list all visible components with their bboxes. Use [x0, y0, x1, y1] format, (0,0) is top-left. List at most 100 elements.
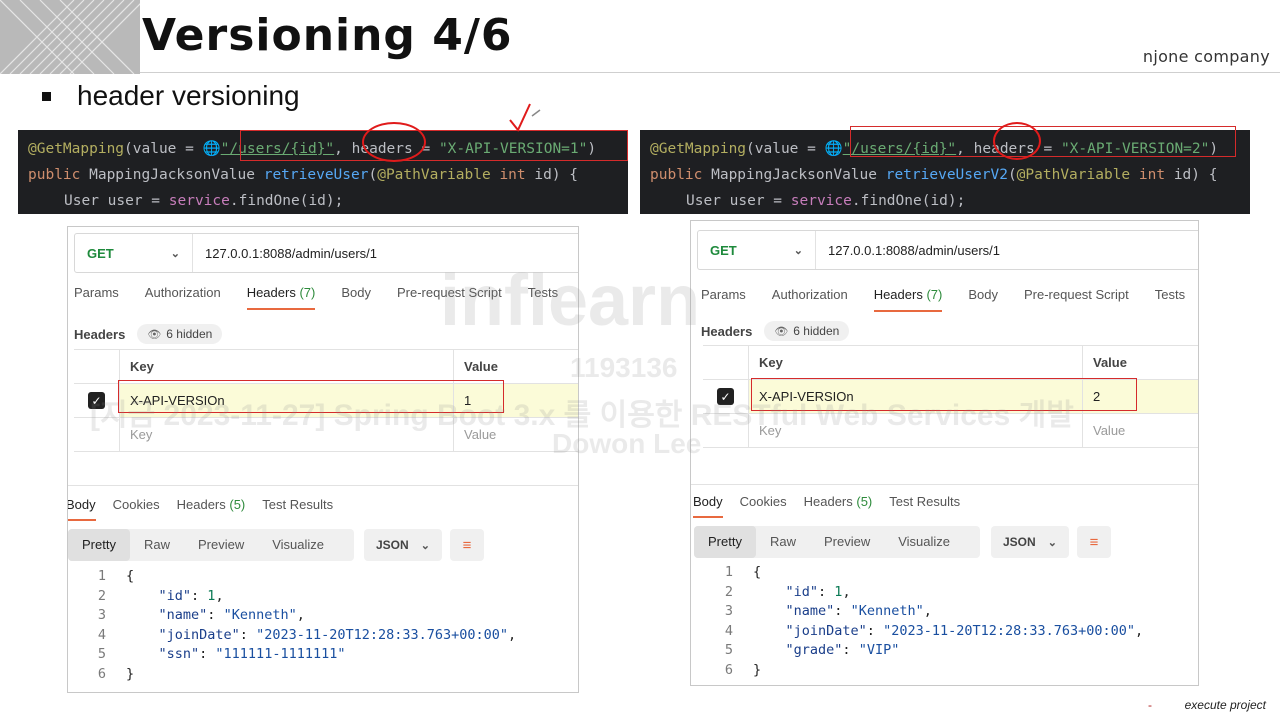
tab-headers-count: (7) — [926, 287, 943, 302]
hidden-headers-toggle[interactable]: 👁 6 hidden — [137, 324, 223, 344]
row-checkbox[interactable]: ✓ — [88, 392, 105, 409]
resp-tab-cookies[interactable]: Cookies — [740, 494, 787, 518]
title-divider — [140, 72, 1280, 73]
new-key-input[interactable]: Key — [120, 418, 454, 451]
tab-headers[interactable]: Headers (7) — [246, 285, 316, 310]
json-value: "2023-11-20T12:28:33.763+00:00" — [256, 626, 509, 643]
format-label: JSON — [376, 538, 409, 552]
brand-logo: njone company — [1142, 47, 1270, 66]
code-method-name: retrieveUser — [263, 167, 369, 183]
url-input[interactable]: 127.0.0.1:8088/admin/users/1 — [193, 246, 377, 261]
resp-tab-headers-label: Headers — [176, 497, 226, 512]
slide-title: Versioning 4/6 — [142, 10, 513, 61]
code-text: User user = — [64, 193, 169, 209]
tab-body[interactable]: Body — [968, 287, 998, 312]
view-raw[interactable]: Raw — [756, 526, 810, 558]
url-input[interactable]: 127.0.0.1:8088/admin/users/1 — [816, 243, 1000, 258]
view-mode-bar: Pretty Raw Preview Visualize — [68, 529, 354, 561]
view-pretty[interactable]: Pretty — [694, 526, 756, 558]
resp-tab-tests[interactable]: Test Results — [889, 494, 960, 518]
response-tabs: Body Cookies Headers (5) Test Results — [693, 494, 977, 518]
new-key-input[interactable]: Key — [749, 414, 1083, 447]
postman-panel-right: GET ⌄ 127.0.0.1:8088/admin/users/1 Params… — [690, 220, 1199, 686]
resp-tab-headers[interactable]: Headers (5) — [177, 497, 246, 521]
highlight-box-header-left — [118, 380, 504, 413]
tab-params[interactable]: Params — [74, 285, 119, 310]
tab-body[interactable]: Body — [341, 285, 371, 310]
resp-tab-body[interactable]: Body — [693, 494, 723, 518]
table-cell — [703, 414, 749, 447]
resp-tab-body[interactable]: Body — [68, 497, 96, 521]
json-line: 1{ — [68, 567, 516, 587]
json-key: "name" — [785, 603, 835, 620]
wrap-lines-icon[interactable]: ≡ — [1077, 526, 1111, 558]
view-visualize[interactable]: Visualize — [884, 526, 964, 558]
tab-headers[interactable]: Headers (7) — [873, 287, 943, 312]
new-value-input[interactable]: Value — [1083, 414, 1198, 447]
tab-prerequest[interactable]: Pre-request Script — [397, 285, 502, 310]
json-line: 2 "id": 1, — [68, 587, 516, 607]
json-value: "Kenneth" — [850, 603, 924, 620]
code-line-3: User user = service.findOne(id); — [28, 188, 628, 214]
watermark-id: 1193136 — [570, 352, 678, 383]
resp-tab-tests[interactable]: Test Results — [262, 497, 333, 521]
code-keyword: public — [28, 167, 81, 183]
table-row: Key Value — [703, 414, 1198, 448]
json-brace: } — [753, 661, 762, 678]
json-value: "VIP" — [858, 642, 900, 659]
postman-panel-left: GET ⌄ 127.0.0.1:8088/admin/users/1 Params… — [67, 226, 579, 693]
tab-authorization[interactable]: Authorization — [145, 285, 221, 310]
code-text: .findOne(id); — [851, 193, 966, 209]
code-text: User user = — [686, 193, 791, 209]
tab-params[interactable]: Params — [701, 287, 746, 312]
highlight-box-header-right — [751, 378, 1137, 411]
json-key: "ssn" — [158, 646, 200, 663]
json-line: 6} — [68, 665, 516, 685]
request-url-bar: GET ⌄ 127.0.0.1:8088/admin/users/1 — [697, 230, 1198, 270]
view-preview[interactable]: Preview — [810, 526, 884, 558]
headers-section: Headers 👁 6 hidden — [701, 321, 850, 341]
code-keyword: public — [650, 167, 703, 183]
view-preview[interactable]: Preview — [184, 529, 258, 561]
code-method-name: retrieveUserV2 — [885, 167, 1008, 183]
method-label: GET — [87, 245, 114, 261]
format-select[interactable]: JSON ⌄ — [364, 529, 442, 561]
headers-section: Headers 👁 6 hidden — [74, 324, 223, 344]
view-pretty[interactable]: Pretty — [68, 529, 130, 561]
tab-authorization[interactable]: Authorization — [772, 287, 848, 312]
view-visualize[interactable]: Visualize — [258, 529, 338, 561]
column-header-key: Key — [749, 346, 1083, 379]
resp-tab-headers-count: (5) — [856, 494, 873, 509]
row-checkbox[interactable]: ✓ — [717, 388, 734, 405]
json-value: 1 — [207, 587, 216, 604]
line-number: 1 — [97, 568, 106, 584]
tab-tests[interactable]: Tests — [528, 285, 558, 310]
table-row: Key Value — [74, 418, 578, 452]
line-number: 6 — [97, 665, 106, 682]
bullet-item: header versioning — [42, 80, 300, 112]
line-number: 5 — [724, 642, 733, 659]
new-value-input[interactable]: Value — [454, 418, 578, 451]
tab-tests[interactable]: Tests — [1155, 287, 1185, 312]
hidden-count: 6 hidden — [166, 327, 213, 341]
bullet-text: header versioning — [77, 80, 300, 111]
format-label: JSON — [1003, 535, 1036, 549]
tab-headers-count: (7) — [299, 285, 316, 300]
view-raw[interactable]: Raw — [130, 529, 184, 561]
resp-tab-cookies[interactable]: Cookies — [113, 497, 160, 521]
wrap-lines-icon[interactable]: ≡ — [450, 529, 484, 561]
highlight-box-left — [240, 130, 628, 161]
footer-text: execute project — [1184, 698, 1266, 712]
method-select[interactable]: GET ⌄ — [698, 231, 816, 269]
hidden-headers-toggle[interactable]: 👁 6 hidden — [764, 321, 850, 341]
line-number: 2 — [97, 587, 106, 604]
tab-prerequest[interactable]: Pre-request Script — [1024, 287, 1129, 312]
divider — [68, 485, 578, 486]
method-select[interactable]: GET ⌄ — [75, 234, 193, 272]
resp-tab-headers[interactable]: Headers (5) — [804, 494, 873, 518]
json-brace: { — [753, 564, 762, 580]
resp-tab-headers-count: (5) — [229, 497, 246, 512]
format-select[interactable]: JSON ⌄ — [991, 526, 1069, 558]
code-text: ( — [1007, 167, 1017, 183]
request-tabs: Params Authorization Headers (7) Body Pr… — [74, 285, 578, 310]
